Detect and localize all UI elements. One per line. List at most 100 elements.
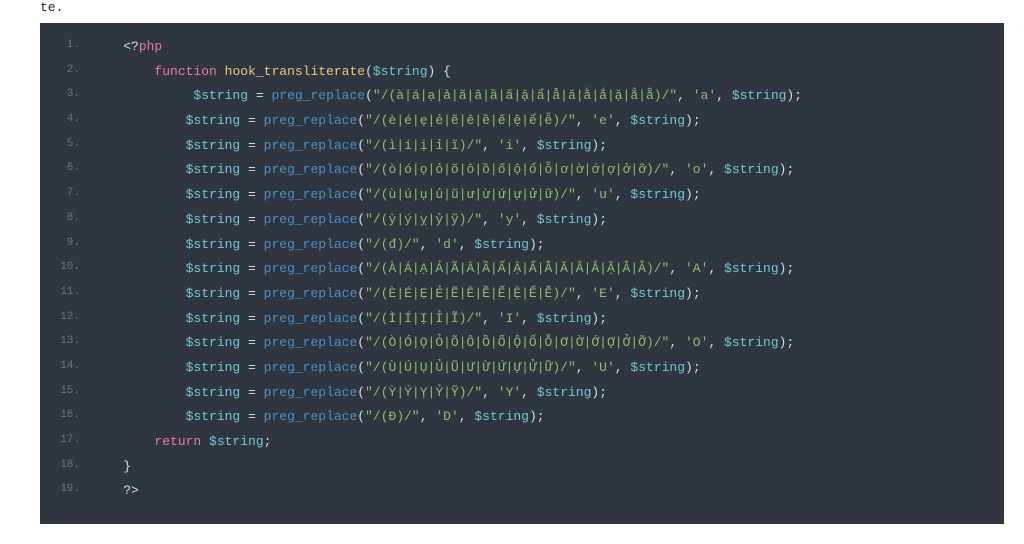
code-token: , <box>521 138 529 153</box>
line-content: $string = preg_replace("/(ì|í|ị|ỉ|ĩ)/", … <box>92 134 1004 159</box>
code-token <box>529 138 537 153</box>
code-token: ( <box>365 88 373 103</box>
code-token: 'y' <box>498 212 521 227</box>
code-token: ; <box>537 409 545 424</box>
code-token: preg_replace <box>264 335 358 350</box>
line-number: 13. <box>40 331 92 356</box>
code-token: ( <box>357 212 365 227</box>
code-token: $string <box>186 113 241 128</box>
code-token: ; <box>264 434 272 449</box>
code-token: ) <box>685 286 693 301</box>
line-number: 1. <box>40 35 92 60</box>
code-token: ( <box>357 187 365 202</box>
code-token: "/(ù|ú|ụ|ủ|ũ|ư|ừ|ứ|ự|ử|ữ)/" <box>365 187 576 202</box>
code-line: 13. $string = preg_replace("/(Ò|Ó|Ọ|Ỏ|Õ|… <box>40 331 1004 356</box>
code-token: ; <box>794 88 802 103</box>
code-token: $string <box>186 360 241 375</box>
code-line: 6. $string = preg_replace("/(ò|ó|ọ|ỏ|õ|ô… <box>40 158 1004 183</box>
code-token: = <box>248 286 256 301</box>
code-token: "/(è|é|ẹ|ẻ|ẽ|ê|ề|ế|ệ|ể|ễ)/" <box>365 113 576 128</box>
code-line: 11. $string = preg_replace("/(È|É|Ẹ|Ẻ|Ẽ|… <box>40 282 1004 307</box>
code-token: = <box>248 212 256 227</box>
code-token: 'D' <box>435 409 458 424</box>
code-token <box>256 212 264 227</box>
code-token: $string <box>186 409 241 424</box>
code-token <box>716 162 724 177</box>
code-token: $string <box>186 162 241 177</box>
code-token: "/(È|É|Ẹ|Ẻ|Ẽ|Ê|Ề|Ế|Ệ|Ể|Ễ)/" <box>365 286 576 301</box>
code-token: ( <box>357 113 365 128</box>
line-content: <?php <box>92 35 1004 60</box>
code-token: ; <box>537 237 545 252</box>
code-token: 'i' <box>498 138 521 153</box>
code-token: ) <box>529 237 537 252</box>
line-content: $string = preg_replace("/(Ì|Í|Ị|Ỉ|Ĩ)/", … <box>92 307 1004 332</box>
code-token: ( <box>357 138 365 153</box>
code-token <box>256 237 264 252</box>
code-token: "/(đ)/" <box>365 237 420 252</box>
code-token <box>240 385 248 400</box>
line-number: 14. <box>40 356 92 381</box>
code-token: 'O' <box>685 335 708 350</box>
code-token: 'e' <box>591 113 614 128</box>
code-token: ; <box>599 385 607 400</box>
code-token <box>490 385 498 400</box>
code-token: , <box>615 360 623 375</box>
code-token: = <box>248 311 256 326</box>
code-token: 'I' <box>498 311 521 326</box>
code-token <box>716 335 724 350</box>
code-token: ( <box>357 261 365 276</box>
line-content: return $string; <box>92 430 1004 455</box>
code-token <box>256 409 264 424</box>
code-token: , <box>669 162 677 177</box>
code-token: = <box>248 138 256 153</box>
code-line: 10. $string = preg_replace("/(À|Á|Ạ|Ả|Ã|… <box>40 257 1004 282</box>
code-token: ) <box>685 360 693 375</box>
code-token: $string <box>186 138 241 153</box>
code-token: = <box>248 335 256 350</box>
code-token: = <box>248 385 256 400</box>
code-token: preg_replace <box>264 409 358 424</box>
code-token: $string <box>474 237 529 252</box>
code-token: , <box>669 261 677 276</box>
code-token: = <box>248 187 256 202</box>
code-token: $string <box>630 187 685 202</box>
line-content: $string = preg_replace("/(À|Á|Ạ|Ả|Ã|Â|Ầ|… <box>92 257 1004 282</box>
code-token: "/(ò|ó|ọ|ỏ|õ|ô|ồ|ố|ộ|ổ|ỗ|ơ|ờ|ớ|ợ|ở|ỡ)/" <box>365 162 669 177</box>
code-token: ( <box>357 335 365 350</box>
code-token: "/(À|Á|Ạ|Ả|Ã|Â|Ầ|Ấ|Ậ|Ẩ|Ẫ|Ă|Ằ|Ắ|Ặ|Ẳ|Ẵ)/" <box>365 261 669 276</box>
code-token <box>201 434 209 449</box>
code-token <box>256 138 264 153</box>
code-token: $string <box>186 385 241 400</box>
code-token: "/(Ỳ|Ý|Ỵ|Ỷ|Ỹ)/" <box>365 385 482 400</box>
code-token: 'd' <box>435 237 458 252</box>
code-line: 15. $string = preg_replace("/(Ỳ|Ý|Ỵ|Ỷ|Ỹ)… <box>40 381 1004 406</box>
code-token: ; <box>786 335 794 350</box>
code-token: $string <box>186 261 241 276</box>
code-line: 8. $string = preg_replace("/(ỳ|ý|ỵ|ỷ|ỹ)/… <box>40 208 1004 233</box>
code-line: 18. } <box>40 455 1004 480</box>
code-line: 2. function hook_transliterate($string) … <box>40 60 1004 85</box>
code-token: preg_replace <box>264 311 358 326</box>
line-number: 4. <box>40 109 92 134</box>
line-content: ?> <box>92 479 1004 504</box>
line-number: 2. <box>40 60 92 85</box>
code-token: preg_replace <box>264 360 358 375</box>
code-line: 12. $string = preg_replace("/(Ì|Í|Ị|Ỉ|Ĩ)… <box>40 307 1004 332</box>
code-token: = <box>248 237 256 252</box>
code-token <box>256 286 264 301</box>
code-token <box>240 113 248 128</box>
code-token: , <box>576 360 584 375</box>
code-token: "/(Đ)/" <box>365 409 420 424</box>
code-token: , <box>482 212 490 227</box>
line-number: 6. <box>40 158 92 183</box>
code-token <box>529 212 537 227</box>
line-number: 11. <box>40 282 92 307</box>
code-token: ( <box>357 409 365 424</box>
code-token: "/(à|á|ạ|ả|ã|â|ầ|ấ|ậ|ẩ|ẫ|ă|ằ|ắ|ặ|ẳ|ẵ)/" <box>373 88 677 103</box>
code-token: , <box>615 187 623 202</box>
line-content: $string = preg_replace("/(ỳ|ý|ỵ|ỷ|ỹ)/", … <box>92 208 1004 233</box>
code-token: ( <box>357 286 365 301</box>
code-token: $string <box>537 138 592 153</box>
code-token: ; <box>693 286 701 301</box>
